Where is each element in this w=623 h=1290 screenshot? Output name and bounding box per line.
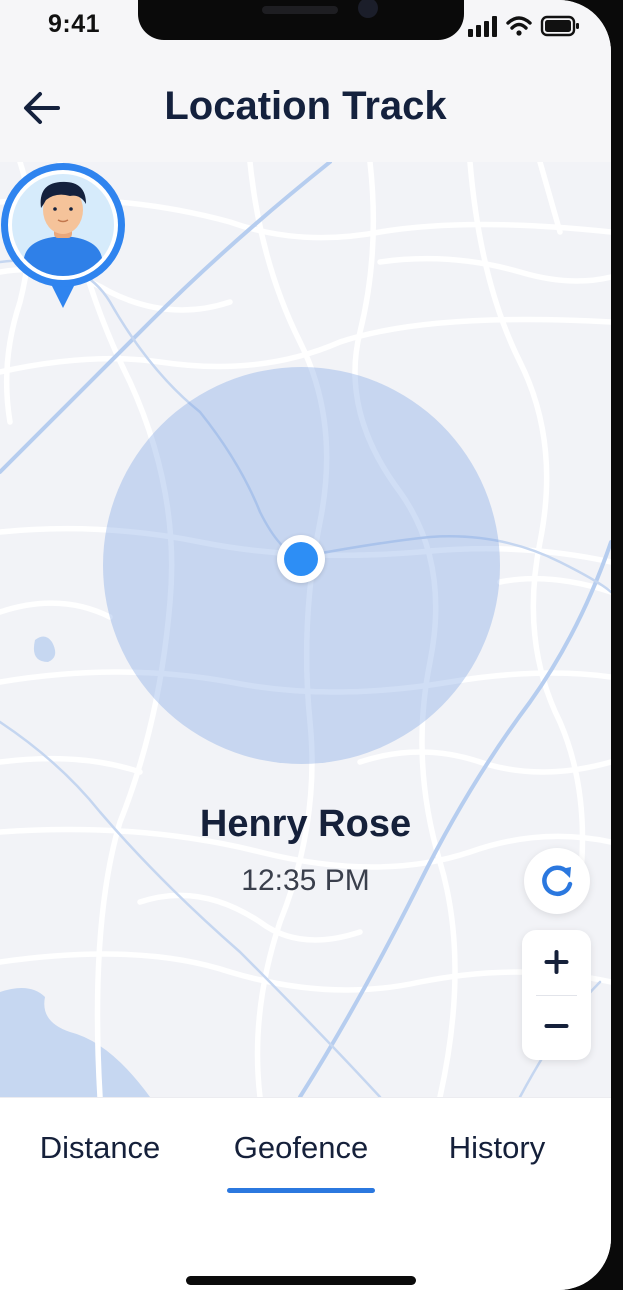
plus-icon bbox=[544, 950, 569, 974]
tracked-user-time: 12:35 PM bbox=[241, 864, 370, 897]
refresh-button[interactable] bbox=[524, 848, 590, 914]
zoom-control bbox=[522, 930, 591, 1060]
speaker-grille bbox=[262, 6, 338, 14]
zoom-out-button[interactable] bbox=[522, 996, 591, 1060]
tab-history[interactable]: History bbox=[420, 1130, 574, 1166]
bottom-tab-bar: Distance Geofence History bbox=[0, 1097, 611, 1290]
tab-distance[interactable]: Distance bbox=[20, 1130, 180, 1166]
zoom-in-button[interactable] bbox=[522, 930, 591, 994]
status-icons bbox=[468, 15, 579, 37]
notch bbox=[138, 0, 464, 40]
signal-icon bbox=[468, 16, 497, 37]
phone-screen: 9:41 Location Track Henry Rose 12:35 PM … bbox=[0, 0, 611, 1290]
home-indicator[interactable] bbox=[186, 1276, 416, 1285]
app-header: Location Track bbox=[0, 60, 611, 163]
minus-icon bbox=[544, 1024, 569, 1028]
current-location-marker[interactable] bbox=[277, 535, 325, 583]
page-title: Location Track bbox=[164, 84, 447, 128]
wifi-icon bbox=[506, 16, 532, 36]
location-dot-icon bbox=[284, 542, 318, 576]
map-view[interactable]: Henry Rose 12:35 PM bbox=[0, 162, 611, 1097]
status-time: 9:41 bbox=[48, 10, 101, 38]
battery-icon bbox=[540, 15, 579, 37]
active-tab-indicator bbox=[227, 1188, 375, 1193]
refresh-icon bbox=[542, 865, 573, 896]
user-avatar-pin[interactable] bbox=[0, 162, 126, 310]
tab-geofence[interactable]: Geofence bbox=[216, 1130, 386, 1166]
tracked-user-name: Henry Rose bbox=[199, 803, 412, 845]
front-camera bbox=[358, 0, 378, 18]
status-bar: 9:41 bbox=[0, 0, 611, 60]
